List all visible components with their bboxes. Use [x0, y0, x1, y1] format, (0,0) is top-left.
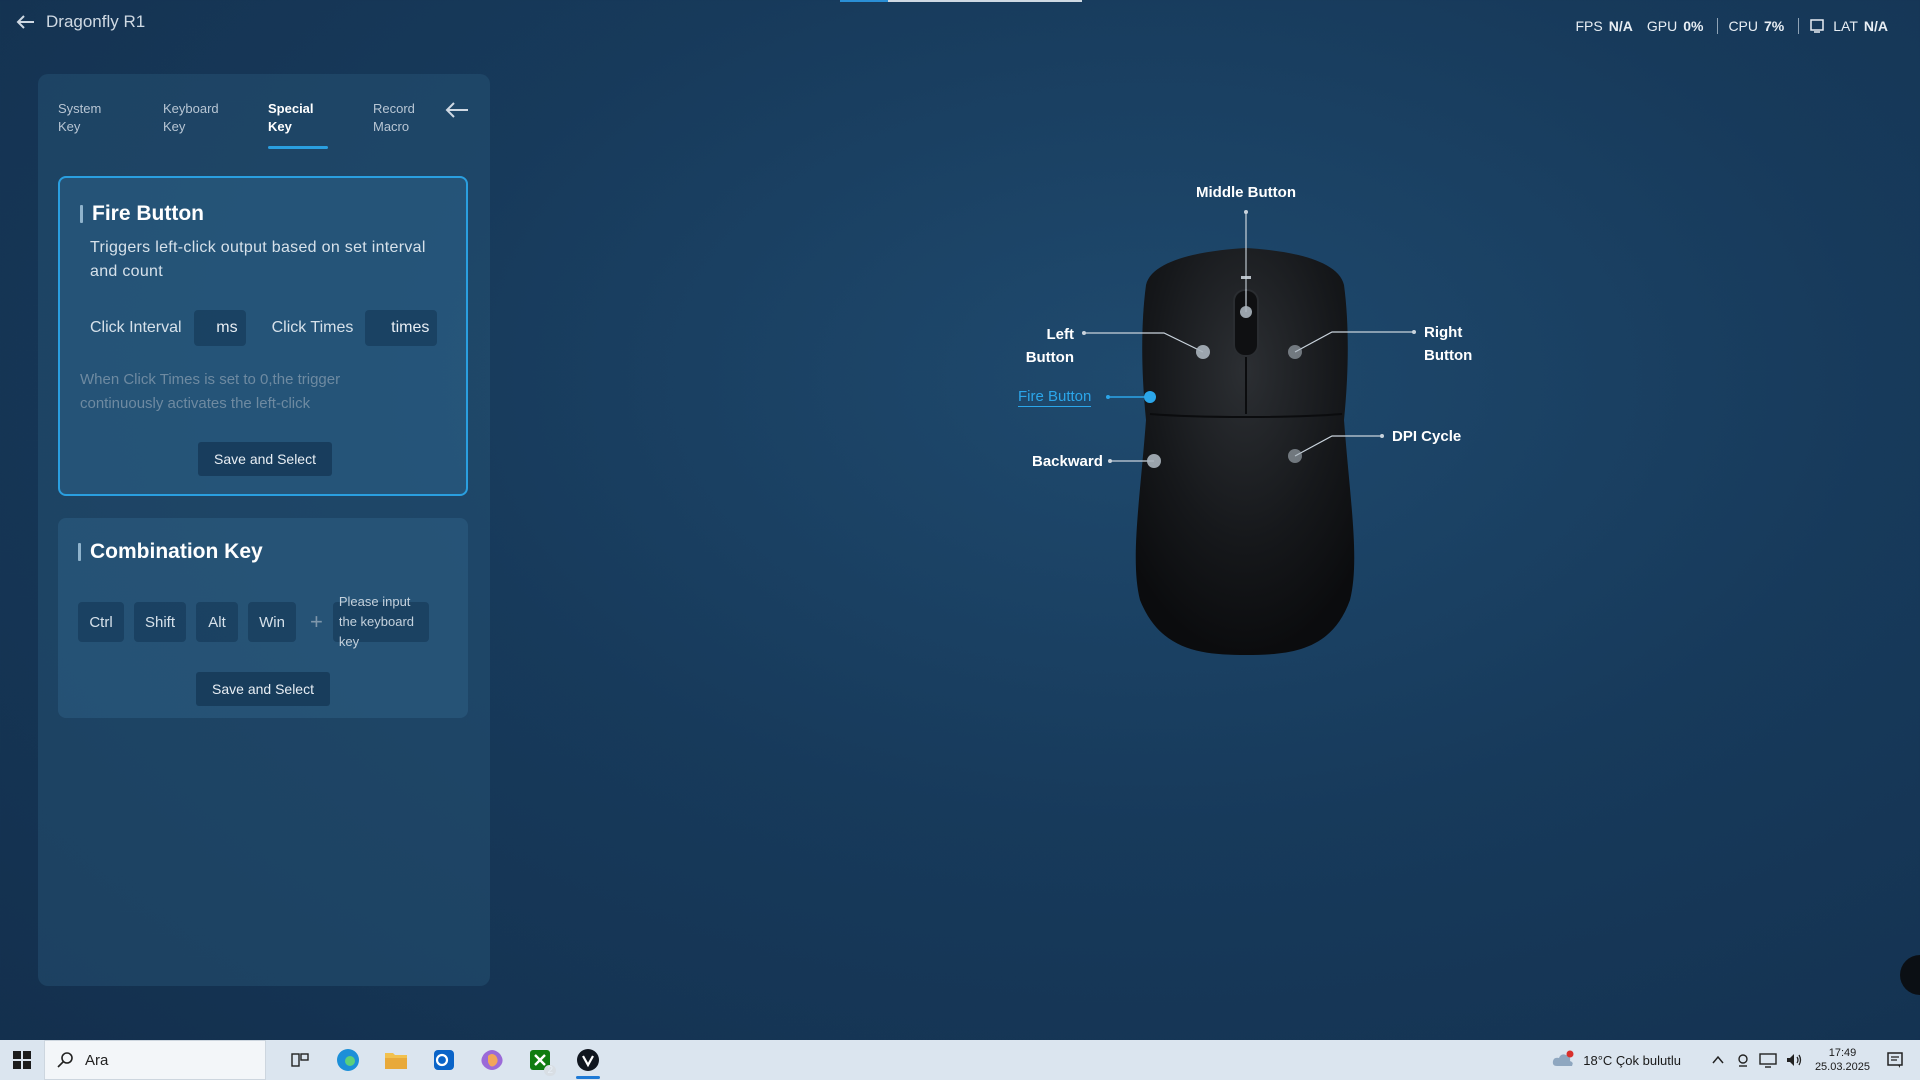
fire-button-card[interactable]: Fire Button Triggers left-click output b…	[58, 176, 468, 496]
fire-button-hint: When Click Times is set to 0,the trigger…	[80, 371, 341, 412]
title-bar: Dragonfly R1 FPS N/A GPU 0% CPU 7% LAT N…	[0, 0, 1920, 44]
tab-keyboard-key[interactable]: Keyboard Key	[163, 100, 223, 136]
performance-stats: FPS N/A GPU 0% CPU 7% LAT N/A	[1576, 18, 1903, 34]
taskbar-xbox[interactable]: 2	[516, 1040, 564, 1080]
lat-value: N/A	[1863, 18, 1888, 34]
click-times-label: Click Times	[271, 319, 354, 336]
win-key-button[interactable]: Win	[248, 602, 296, 642]
app-title: Dragonfly R1	[46, 12, 146, 31]
left-button-label[interactable]: Left Button	[1018, 323, 1074, 369]
stats-divider	[1798, 18, 1800, 34]
fire-button-label[interactable]: Fire Button	[1018, 388, 1092, 407]
click-interval-input[interactable]: ms	[193, 310, 246, 346]
lat-label: LAT	[1833, 18, 1858, 34]
tab-record-macro[interactable]: Record Macro	[373, 100, 433, 136]
notification-badge: 2	[544, 1065, 556, 1076]
taskbar-clock[interactable]: 17:49 25.03.2025	[1815, 1046, 1870, 1074]
search-placeholder: Ara	[85, 1051, 109, 1069]
side-collapse-button[interactable]	[1900, 955, 1920, 995]
taskbar: Ara 2 18°C Çok bulutlu 17:49 25.03.2025	[0, 1040, 1920, 1080]
cpu-value: 7%	[1764, 18, 1785, 34]
right-button-label[interactable]: Right Button	[1424, 321, 1480, 367]
mouse-app-icon	[577, 1049, 599, 1071]
click-times-unit: times	[391, 319, 430, 336]
scroll-wheel-image	[1233, 289, 1259, 357]
key-type-tabs: System Key Keyboard Key Special Key Reco…	[58, 100, 478, 149]
camera-icon[interactable]	[1735, 1052, 1751, 1068]
ctrl-key-button[interactable]: Ctrl	[78, 602, 124, 642]
clock-date: 25.03.2025	[1814, 1061, 1870, 1073]
task-view-button[interactable]	[276, 1040, 324, 1080]
top-progress-indicator	[840, 0, 1082, 2]
notifications-icon[interactable]	[1886, 1051, 1904, 1069]
volume-icon[interactable]	[1785, 1052, 1803, 1068]
copilot-icon	[481, 1050, 503, 1070]
gpu-value: 0%	[1683, 18, 1704, 34]
click-interval-unit: ms	[216, 319, 238, 336]
combination-key-title: Combination Key	[78, 540, 263, 563]
taskbar-copilot[interactable]	[468, 1040, 516, 1080]
start-button[interactable]	[0, 1040, 44, 1080]
back-arrow-icon[interactable]	[14, 12, 36, 32]
keyboard-key-input[interactable]: Please input the keyboard key	[332, 594, 429, 649]
tab-special-key[interactable]: Special Key	[268, 100, 328, 149]
system-tray: 18°C Çok bulutlu 17:49 25.03.2025	[1551, 1040, 1920, 1080]
alt-key-button[interactable]: Alt	[196, 602, 238, 642]
weather-text[interactable]: 18°C Çok bulutlu	[1583, 1053, 1681, 1068]
fire-fields-row: Click Interval ms Click Times times	[90, 310, 438, 346]
stats-divider	[1717, 18, 1719, 34]
fire-button-description: Triggers left-click output based on set …	[90, 239, 426, 280]
taskbar-mouse-app[interactable]	[564, 1040, 612, 1080]
shift-key-button[interactable]: Shift	[134, 602, 186, 642]
folder-icon	[385, 1053, 407, 1069]
combo-save-button[interactable]: Save and Select	[196, 672, 330, 706]
click-interval-label: Click Interval	[90, 319, 182, 336]
combination-key-card[interactable]: Combination Key Ctrl Shift Alt Win + Ple…	[58, 518, 468, 718]
backward-label[interactable]: Backward	[1032, 450, 1103, 473]
fps-label: FPS	[1575, 18, 1603, 34]
taskbar-outlook[interactable]	[420, 1040, 468, 1080]
taskbar-edge[interactable]	[324, 1040, 372, 1080]
search-icon	[57, 1052, 73, 1068]
task-view-icon	[291, 1053, 309, 1067]
click-times-input[interactable]: times	[365, 310, 438, 346]
dpi-cycle-label[interactable]: DPI Cycle	[1392, 425, 1461, 448]
clock-time: 17:49	[1828, 1047, 1857, 1059]
fire-button-title: Fire Button	[80, 202, 204, 225]
taskbar-file-explorer[interactable]	[372, 1040, 420, 1080]
weather-cloud-icon[interactable]	[1551, 1050, 1575, 1070]
gpu-label: GPU	[1646, 18, 1678, 34]
windows-logo-icon	[13, 1051, 31, 1069]
fire-save-button[interactable]: Save and Select	[198, 442, 332, 476]
mouse-body-image	[1135, 248, 1355, 655]
panel-back-arrow-icon[interactable]	[444, 100, 470, 120]
modifier-keys-row: Ctrl Shift Alt Win + Please input the ke…	[78, 594, 429, 649]
tab-system-key[interactable]: System Key	[58, 100, 118, 136]
cpu-label: CPU	[1728, 18, 1758, 34]
middle-button-label[interactable]: Middle Button	[1196, 181, 1296, 204]
edge-browser-icon	[337, 1049, 359, 1071]
overlay-window-icon[interactable]	[1809, 18, 1825, 34]
outlook-icon	[434, 1050, 454, 1070]
key-settings-panel: System Key Keyboard Key Special Key Reco…	[38, 74, 490, 986]
chevron-up-icon[interactable]	[1711, 1053, 1725, 1067]
plus-icon: +	[310, 609, 323, 634]
taskbar-search[interactable]: Ara	[44, 1040, 266, 1080]
fps-value: N/A	[1608, 18, 1633, 34]
network-icon[interactable]	[1759, 1052, 1777, 1068]
